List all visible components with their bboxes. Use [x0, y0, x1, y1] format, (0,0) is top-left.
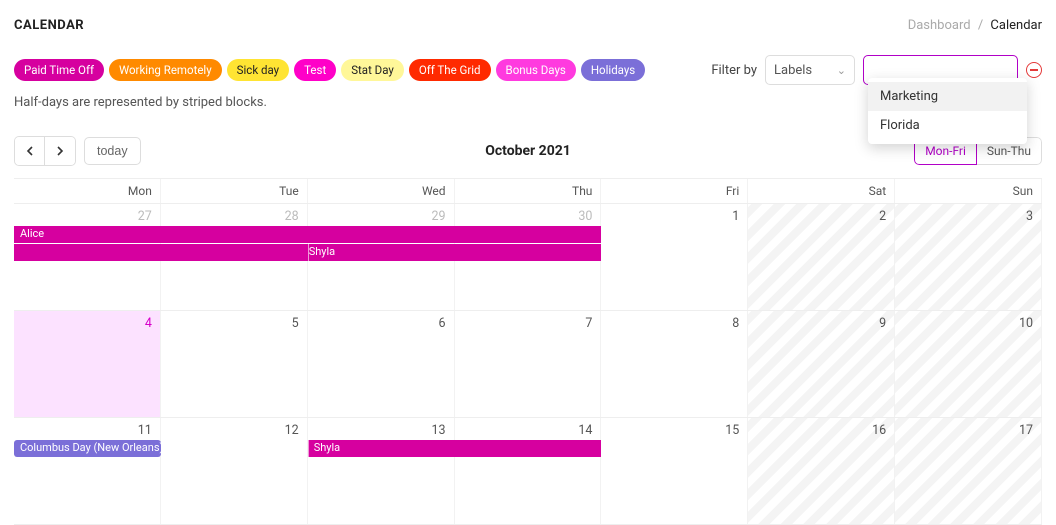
day-of-week: Tue [161, 179, 308, 203]
legend-tag[interactable]: Working Remotely [109, 59, 222, 81]
day-number: 6 [439, 316, 446, 331]
calendar-day[interactable]: 15 [601, 418, 748, 524]
calendar-week: 4 5 6 7 8 9 10 [14, 311, 1042, 418]
legend-tag[interactable]: Bonus Days [496, 59, 576, 81]
day-number: 11 [138, 423, 152, 438]
filter-autocomplete-dropdown: Marketing Florida [868, 78, 1027, 144]
calendar-event[interactable]: Columbus Day (New Orleans) [14, 440, 161, 457]
calendar-day[interactable]: 3 [895, 204, 1042, 310]
calendar-day[interactable]: 16 [748, 418, 895, 524]
day-number: 28 [285, 209, 299, 224]
calendar-day[interactable]: 5 [161, 311, 308, 417]
filter-label: Filter by [711, 63, 757, 78]
calendar-day[interactable]: 14 [455, 418, 602, 524]
calendar-day[interactable]: 7 [455, 311, 602, 417]
day-number: 13 [432, 423, 446, 438]
day-number: 14 [578, 423, 592, 438]
day-number: 2 [879, 209, 886, 224]
day-number: 12 [285, 423, 299, 438]
calendar-day[interactable]: 13 [308, 418, 455, 524]
chevron-left-icon [26, 146, 34, 156]
day-of-week: Thu [455, 179, 602, 203]
day-number: 27 [138, 209, 152, 224]
breadcrumb-dashboard[interactable]: Dashboard [908, 18, 971, 33]
remove-filter-button[interactable] [1026, 62, 1042, 78]
legend-tags: Paid Time OffWorking RemotelySick dayTes… [14, 59, 645, 81]
calendar-week: 27 28 29 30 1 2 3 AliceShyla [14, 204, 1042, 311]
day-number: 4 [145, 316, 152, 331]
day-number: 9 [879, 316, 886, 331]
today-button[interactable]: today [84, 137, 141, 165]
calendar-day[interactable]: 12 [161, 418, 308, 524]
day-of-week: Fri [601, 179, 748, 203]
page-title: CALENDAR [14, 18, 84, 33]
calendar-grid: MonTueWedThuFriSatSun 27282930123AliceSh… [14, 178, 1042, 525]
calendar-day[interactable]: 17 [895, 418, 1042, 524]
calendar-week: 11 12 13 14 15 16 17 Columbus Day (New Orleans)… [14, 418, 1042, 525]
day-number: 15 [725, 423, 739, 438]
day-number: 10 [1019, 316, 1033, 331]
calendar-day[interactable]: 11 [14, 418, 161, 524]
minus-icon [1030, 69, 1038, 71]
calendar-day[interactable]: 9 [748, 311, 895, 417]
day-number: 5 [292, 316, 299, 331]
calendar-event[interactable]: Shyla [308, 440, 602, 457]
breadcrumb-separator: / [978, 18, 983, 33]
legend-tag[interactable]: Sick day [227, 59, 289, 81]
dropdown-item-marketing[interactable]: Marketing [868, 82, 1027, 111]
legend-tag[interactable]: Off The Grid [409, 59, 491, 81]
calendar-day[interactable]: 2 [748, 204, 895, 310]
calendar-day[interactable]: 8 [601, 311, 748, 417]
day-number: 8 [732, 316, 739, 331]
day-of-week: Sun [895, 179, 1042, 203]
calendar-event[interactable]: Shyla [14, 244, 601, 261]
legend-tag[interactable]: Holidays [581, 59, 645, 81]
legend-tag[interactable]: Stat Day [341, 59, 404, 81]
breadcrumb-current: Calendar [990, 18, 1042, 33]
day-number: 1 [732, 209, 739, 224]
day-of-week: Wed [308, 179, 455, 203]
calendar-event[interactable]: Alice [14, 226, 601, 243]
calendar-day[interactable]: 1 [601, 204, 748, 310]
filter-select-value: Labels [774, 63, 812, 78]
dropdown-item-florida[interactable]: Florida [868, 111, 1027, 140]
day-of-week: Mon [14, 179, 161, 203]
day-number: 30 [578, 209, 592, 224]
month-nav [14, 136, 76, 166]
chevron-down-icon: ⌄ [837, 64, 846, 77]
calendar-day[interactable]: 10 [895, 311, 1042, 417]
next-month-button[interactable] [45, 137, 75, 165]
month-label: October 2021 [485, 143, 571, 159]
day-number: 16 [872, 423, 886, 438]
prev-month-button[interactable] [15, 137, 45, 165]
day-number: 17 [1019, 423, 1033, 438]
day-number: 3 [1026, 209, 1033, 224]
calendar-day[interactable]: 6 [308, 311, 455, 417]
day-of-week-header: MonTueWedThuFriSatSun [14, 179, 1042, 204]
day-of-week: Sat [748, 179, 895, 203]
day-number: 7 [585, 316, 592, 331]
chevron-right-icon [56, 146, 64, 156]
filter-select[interactable]: Labels ⌄ [765, 55, 855, 85]
legend-tag[interactable]: Test [294, 59, 336, 81]
calendar-day[interactable]: 4 [14, 311, 161, 417]
breadcrumb: Dashboard / Calendar [908, 18, 1042, 33]
legend-tag[interactable]: Paid Time Off [14, 59, 104, 81]
day-number: 29 [432, 209, 446, 224]
